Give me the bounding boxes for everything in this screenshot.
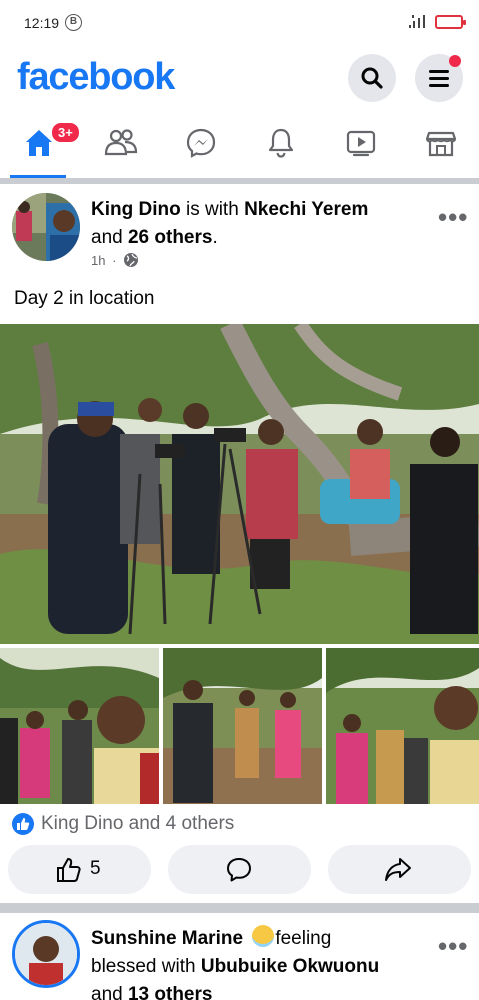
post-author-name[interactable]: King Dino <box>91 199 181 220</box>
post-photo-4[interactable] <box>326 648 479 804</box>
post-text: Day 2 in location <box>14 288 155 309</box>
share-button[interactable] <box>328 845 471 894</box>
facebook-logo[interactable]: facebook <box>17 56 175 99</box>
bell-icon <box>268 128 294 158</box>
home-badge: 3+ <box>50 121 81 144</box>
hamburger-menu-icon <box>429 70 449 87</box>
post2-blessed-text: blessed with <box>91 956 201 977</box>
globe-icon <box>124 253 139 267</box>
feeling-text: feeling <box>275 928 332 949</box>
friends-icon <box>104 129 138 156</box>
with-text: is with <box>180 199 245 220</box>
post2-author-avatar[interactable] <box>12 920 80 988</box>
tab-messenger[interactable] <box>170 112 230 178</box>
comment-icon <box>227 858 251 882</box>
video-icon <box>346 130 376 157</box>
search-button[interactable] <box>348 54 396 102</box>
tagged-name[interactable]: Nkechi Yerem <box>244 199 368 220</box>
store-icon <box>425 131 457 157</box>
post-meta: 1h · <box>91 252 139 268</box>
signal-icon <box>409 15 425 28</box>
b-status-icon: B <box>65 14 82 31</box>
and-text: and <box>91 227 128 248</box>
share-icon <box>385 858 411 881</box>
comment-button[interactable] <box>168 845 311 894</box>
like-reaction-icon <box>12 813 34 835</box>
author-avatar[interactable] <box>12 193 80 261</box>
messenger-icon <box>186 128 216 158</box>
tab-watch[interactable] <box>330 112 390 178</box>
search-icon <box>361 67 383 89</box>
status-time: 12:19 <box>24 15 60 31</box>
tab-marketplace[interactable] <box>410 112 470 178</box>
post2-more-button[interactable]: ••• <box>438 933 468 959</box>
post-more-button[interactable]: ••• <box>438 204 468 230</box>
post-divider <box>0 903 479 913</box>
post-photo-3[interactable] <box>163 648 322 804</box>
tab-friends[interactable] <box>89 112 149 178</box>
post-photo-main[interactable] <box>0 324 479 644</box>
post2-and-text: and <box>91 984 128 1000</box>
like-count: 5 <box>90 858 101 879</box>
post2-tagged-name[interactable]: Ububuike Okwuonu <box>201 956 379 977</box>
post-time[interactable]: 1h <box>91 253 105 268</box>
post2-author-name[interactable]: Sunshine Marine <box>91 928 243 949</box>
period-text: . <box>212 227 218 248</box>
tab-notifications[interactable] <box>250 112 310 178</box>
tagged-others[interactable]: 26 others <box>128 227 212 248</box>
tab-home[interactable]: 3+ <box>8 112 81 178</box>
feed-divider <box>0 178 479 184</box>
reactions-text: King Dino and 4 others <box>41 813 235 834</box>
thumbs-up-icon <box>57 858 81 882</box>
post2-author-line: Sunshine Marine feeling blessed with Ubu… <box>91 925 436 1000</box>
post-author-line: King Dino is with Nkechi Yerem and 26 ot… <box>91 196 436 252</box>
angel-emoji-icon <box>252 925 275 947</box>
status-bar: 12:19 B <box>0 0 479 46</box>
post-photo-2[interactable] <box>0 648 159 804</box>
menu-notification-dot <box>449 55 461 67</box>
meta-dot: · <box>112 253 117 268</box>
post2-tagged-others[interactable]: 13 others <box>128 984 212 1000</box>
battery-icon <box>435 15 466 29</box>
like-button[interactable] <box>8 845 151 894</box>
tab-bar: 3+ <box>0 112 479 178</box>
